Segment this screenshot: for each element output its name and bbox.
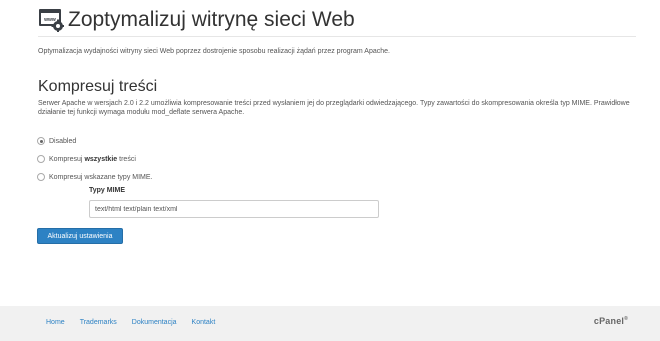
radio-compress-mime-option[interactable]: Kompresuj wskazane typy MIME. xyxy=(37,171,152,183)
radio-compress-all[interactable] xyxy=(37,155,45,163)
radio-compress-all-prefix: Kompresuj xyxy=(49,155,83,163)
footer-link-contact[interactable]: Kontakt xyxy=(192,319,216,326)
www-gear-icon: www xyxy=(39,9,64,32)
page-title: Zoptymalizuj witrynę sieci Web xyxy=(68,8,355,31)
mime-types-input[interactable] xyxy=(89,200,379,218)
radio-disabled-option[interactable]: Disabled xyxy=(37,135,76,147)
radio-compress-all-bold: wszystkie xyxy=(84,155,118,163)
svg-text:www: www xyxy=(43,17,56,23)
cpanel-logo-text: cPanel xyxy=(593,316,625,326)
radio-compress-all-suffix: treści xyxy=(119,155,136,163)
compress-section-description: Serwer Apache w wersjach 2.0 i 2.2 umożl… xyxy=(38,100,630,116)
footer-links: Home Trademarks Dokumentacja Kontakt xyxy=(46,319,230,326)
update-settings-button[interactable]: Aktualizuj ustawienia xyxy=(37,228,123,244)
radio-compress-mime-label: Kompresuj wskazane typy MIME. xyxy=(49,173,153,181)
footer-link-home[interactable]: Home xyxy=(46,319,65,326)
footer-link-trademarks[interactable]: Trademarks xyxy=(80,319,117,326)
radio-compress-all-option[interactable]: Kompresuj wszystkie treści xyxy=(37,153,136,165)
optimize-website-page: www Zoptymalizuj witrynę sieci Web Optym… xyxy=(0,0,660,341)
radio-compress-mime[interactable] xyxy=(37,173,45,181)
compress-section-title: Kompresuj treści xyxy=(38,78,158,95)
footer: Home Trademarks Dokumentacja Kontakt cPa… xyxy=(0,306,660,341)
cpanel-logo-mark: ® xyxy=(624,316,628,322)
page-header: www Zoptymalizuj witrynę sieci Web xyxy=(38,6,636,37)
page-intro: Optymalizacja wydajności witryny sieci W… xyxy=(38,48,390,55)
radio-disabled[interactable] xyxy=(37,137,45,145)
mime-types-label: Typy MIME xyxy=(89,187,126,194)
footer-link-documentation[interactable]: Dokumentacja xyxy=(132,319,177,326)
cpanel-logo: cPanel® xyxy=(594,316,628,326)
radio-disabled-label: Disabled xyxy=(49,137,77,145)
